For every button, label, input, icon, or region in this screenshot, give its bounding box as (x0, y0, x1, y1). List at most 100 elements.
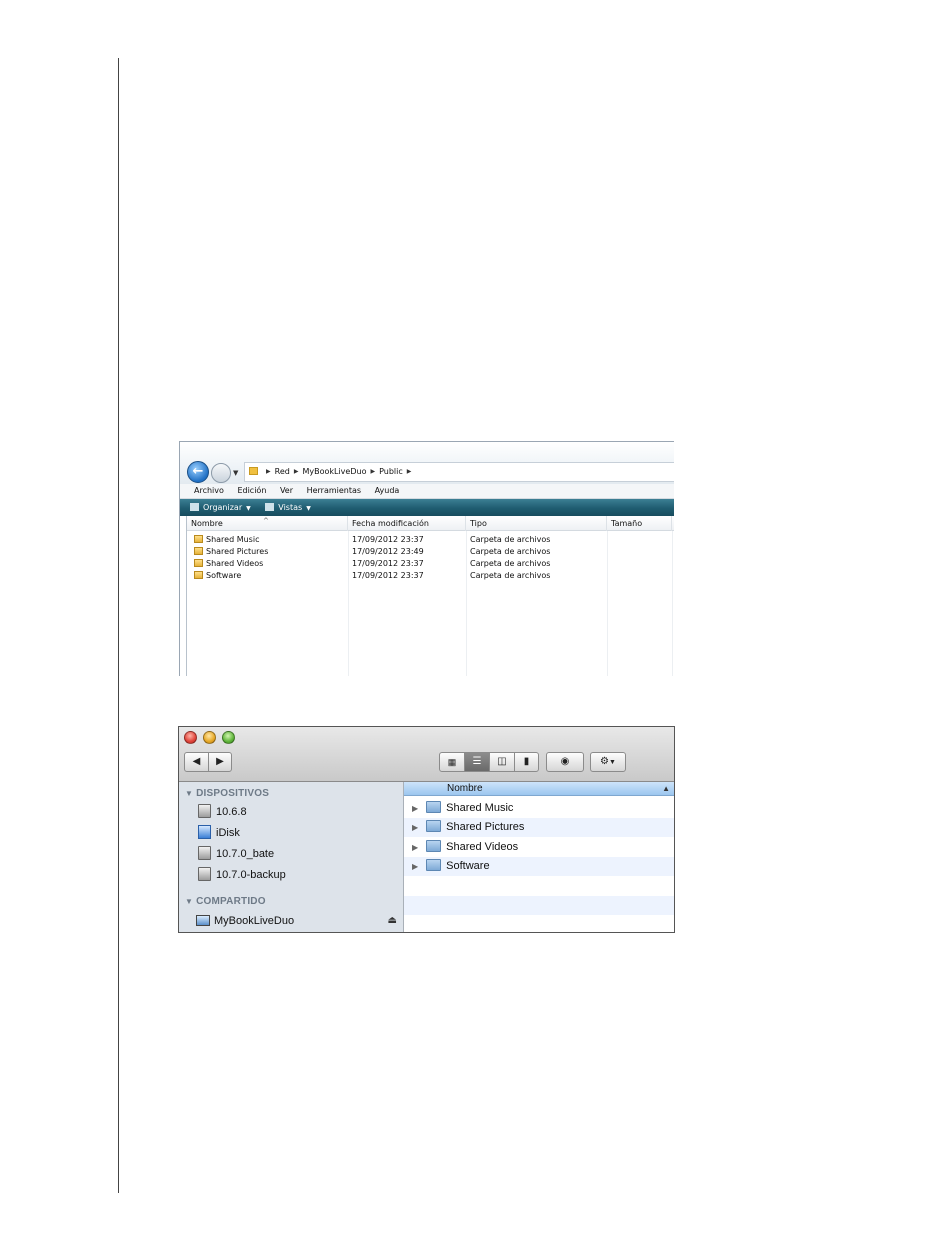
coverflow-view-icon[interactable]: ▮ (515, 753, 538, 771)
breadcrumb-arrow-icon: ▶ (293, 468, 299, 475)
file-date: 17/09/2012 23:37 (352, 571, 424, 580)
folder-icon (426, 801, 442, 813)
history-dropdown-icon[interactable]: ▼ (233, 469, 238, 477)
table-row[interactable]: Software 17/09/2012 23:37 Carpeta de arc… (187, 570, 674, 582)
zoom-button[interactable] (222, 731, 235, 744)
eye-icon: ◉ (560, 756, 570, 767)
hard-disk-icon (198, 804, 211, 818)
table-row[interactable]: Shared Videos 17/09/2012 23:37 Carpeta d… (187, 558, 674, 570)
address-bar-area: ← ▼ ▶ Red ▶ MyBookLiveDuo ▶ Public ▶ (180, 442, 674, 484)
breadcrumb-mybookliveduo[interactable]: MyBookLiveDuo (302, 467, 366, 476)
column-header-tamano[interactable]: Tamaño (607, 516, 672, 531)
empty-row (404, 896, 674, 915)
column-label: Nombre (191, 519, 223, 528)
menu-ayuda[interactable]: Ayuda (375, 486, 400, 495)
idisk-icon (198, 825, 211, 839)
disclosure-triangle-icon[interactable]: ▶ (412, 843, 418, 852)
column-label: Nombre (447, 783, 483, 794)
minimize-button[interactable] (203, 731, 216, 744)
folder-icon (426, 820, 442, 832)
finder-file-list: Nombre ▲ ▶ Shared Music ▶ Shared Pictures … (404, 782, 674, 932)
column-header-row: Nombre ^ Fecha modificación Tipo Tamaño (187, 516, 674, 531)
file-name: Shared Music (206, 535, 260, 544)
eject-icon[interactable]: ⏏ (388, 913, 397, 929)
disclosure-triangle-icon[interactable]: ▶ (412, 804, 418, 813)
sidebar-item-label: 10.6.8 (216, 806, 247, 818)
disclosure-triangle-icon: ▼ (185, 897, 194, 906)
folder-name: Shared Videos (446, 841, 519, 853)
column-header-tipo[interactable]: Tipo (466, 516, 607, 531)
page-margin-rule (118, 58, 119, 1193)
back-forward-control: ◀ ▶ (184, 752, 232, 772)
folder-name: Shared Music (446, 802, 514, 814)
sort-ascending-icon: ▲ (662, 784, 670, 793)
list-item[interactable]: ▶ Shared Pictures (404, 818, 674, 837)
folder-icon (194, 559, 203, 567)
sidebar-item-10-7-0-bate[interactable]: 10.7.0_bate (198, 846, 274, 862)
disclosure-triangle-icon: ▼ (185, 789, 194, 798)
forward-button[interactable] (211, 463, 231, 483)
file-type: Carpeta de archivos (470, 535, 551, 544)
organize-icon (190, 503, 199, 511)
finder-sidebar: ▼ DISPOSITIVOS 10.6.8 iDisk 10.7.0_bate … (179, 782, 404, 932)
gear-icon: ⚙ (600, 756, 610, 767)
chevron-down-icon: ▼ (609, 759, 616, 766)
table-row[interactable]: Shared Music 17/09/2012 23:37 Carpeta de… (187, 534, 674, 546)
sidebar-section-devices[interactable]: ▼ DISPOSITIVOS (185, 788, 269, 799)
hard-disk-icon (198, 846, 211, 860)
column-view-icon[interactable]: ◫ (490, 753, 515, 771)
close-button[interactable] (184, 731, 197, 744)
section-label: COMPARTIDO (196, 896, 266, 907)
sidebar-item-mybookliveduo[interactable]: MyBookLiveDuo ⏏ (196, 913, 401, 929)
quick-look-button[interactable]: ◉ (546, 752, 584, 772)
list-view-icon[interactable]: ☰ (465, 753, 490, 771)
menu-edicion[interactable]: Edición (237, 486, 266, 495)
forward-button[interactable]: ▶ (209, 753, 231, 771)
list-item[interactable]: ▶ Shared Videos (404, 838, 674, 857)
hard-disk-icon (198, 867, 211, 881)
view-mode-control: ▦ ☰ ◫ ▮ (439, 752, 539, 772)
file-name: Shared Videos (206, 559, 264, 568)
file-name: Software (206, 571, 242, 580)
views-button[interactable]: Vistas ▼ (265, 503, 311, 512)
column-header-nombre[interactable]: Nombre ▲ (404, 782, 674, 796)
table-row[interactable]: Shared Pictures 17/09/2012 23:49 Carpeta… (187, 546, 674, 558)
column-header-fecha[interactable]: Fecha modificación (348, 516, 466, 531)
sidebar-item-10-6-8[interactable]: 10.6.8 (198, 804, 247, 820)
breadcrumb-red[interactable]: Red (275, 467, 290, 476)
breadcrumb-public[interactable]: Public (379, 467, 403, 476)
action-menu-button[interactable]: ⚙▼ (590, 752, 626, 772)
sidebar-section-shared[interactable]: ▼ COMPARTIDO (185, 896, 266, 907)
sidebar-item-10-7-0-backup[interactable]: 10.7.0-backup (198, 867, 286, 883)
back-button[interactable]: ◀ (185, 753, 209, 771)
disclosure-triangle-icon[interactable]: ▶ (412, 862, 418, 871)
back-button[interactable]: ← (187, 461, 209, 483)
list-item[interactable]: ▶ Shared Music (404, 799, 674, 818)
file-type: Carpeta de archivos (470, 571, 551, 580)
chevron-down-icon: ▼ (246, 505, 251, 512)
file-type: Carpeta de archivos (470, 559, 551, 568)
menu-archivo[interactable]: Archivo (194, 486, 224, 495)
organize-label: Organizar (203, 503, 243, 512)
menu-ver[interactable]: Ver (280, 486, 293, 495)
views-icon (265, 503, 275, 511)
column-header-nombre[interactable]: Nombre ^ (187, 516, 348, 531)
sidebar-item-idisk[interactable]: iDisk (198, 825, 240, 841)
icon-view-icon[interactable]: ▦ (440, 753, 465, 771)
finder-titlebar: ◀ ▶ ▦ ☰ ◫ ▮ ◉ ⚙▼ (179, 727, 674, 782)
sidebar-item-label: 10.7.0-backup (216, 869, 286, 881)
section-label: DISPOSITIVOS (196, 788, 270, 799)
chevron-down-icon: ▼ (306, 505, 311, 512)
file-date: 17/09/2012 23:37 (352, 559, 424, 568)
organize-button[interactable]: Organizar ▼ (190, 503, 251, 512)
file-date: 17/09/2012 23:37 (352, 535, 424, 544)
sidebar-item-label: iDisk (216, 827, 240, 839)
views-label: Vistas (278, 503, 303, 512)
address-field[interactable]: ▶ Red ▶ MyBookLiveDuo ▶ Public ▶ (244, 462, 674, 482)
list-item[interactable]: ▶ Software (404, 857, 674, 876)
file-type: Carpeta de archivos (470, 547, 551, 556)
sort-ascending-icon: ^ (263, 517, 269, 525)
menu-herramientas[interactable]: Herramientas (307, 486, 362, 495)
disclosure-triangle-icon[interactable]: ▶ (412, 823, 418, 832)
breadcrumb-arrow-icon: ▶ (266, 468, 271, 475)
